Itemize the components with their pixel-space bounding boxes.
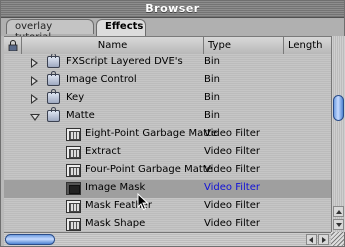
list-item[interactable]: Eight-Point Garbage Matte Video Filter [4, 126, 331, 144]
video-filter-icon [66, 182, 81, 195]
resize-grip-icon[interactable] [331, 232, 344, 246]
tab-effects[interactable]: Effects [96, 19, 146, 36]
vertical-scrollbar[interactable] [331, 36, 345, 232]
horizontal-scroll-thumb[interactable] [5, 234, 55, 245]
lock-column-header[interactable] [4, 37, 22, 54]
item-name: Matte [66, 110, 95, 121]
item-type: Video Filter [204, 182, 260, 193]
item-type: Bin [204, 110, 220, 121]
item-name: Eight-Point Garbage Matte [85, 128, 218, 139]
tab-strip: overlay tutorial Effects [1, 18, 344, 43]
title-bar[interactable]: Browser [1, 1, 344, 18]
video-filter-icon [66, 128, 81, 141]
item-name: Image Mask [85, 182, 146, 193]
item-type: Bin [204, 56, 220, 67]
list-item[interactable]: Extract Video Filter [4, 144, 331, 162]
mouse-pointer-icon [137, 193, 149, 211]
vertical-scroll-thumb[interactable] [333, 95, 344, 121]
video-filter-icon [66, 164, 81, 177]
list-item-selected[interactable]: Image Mask Video Filter [4, 180, 331, 198]
disclosure-triangle-icon[interactable] [31, 76, 38, 86]
list-item[interactable]: Image Control Bin [4, 71, 331, 90]
tab-overlay-tutorial[interactable]: overlay tutorial [6, 19, 94, 43]
video-filter-icon [66, 218, 81, 231]
bin-icon [47, 107, 60, 122]
item-type: Video Filter [204, 200, 260, 211]
horizontal-scrollbar[interactable] [4, 232, 331, 246]
item-type: Video Filter [204, 218, 260, 229]
length-column-header[interactable]: Length [284, 37, 331, 54]
bin-icon [47, 71, 60, 86]
item-name: Key [66, 92, 85, 103]
list-item[interactable]: Mask Feather Video Filter [4, 198, 331, 216]
scroll-up-arrow-icon[interactable] [333, 206, 344, 217]
list-item[interactable]: Matte Bin [4, 107, 331, 126]
disclosure-triangle-icon[interactable] [31, 58, 38, 68]
bin-icon [47, 89, 60, 104]
list-item[interactable]: FXScript Layered DVE's Bin [4, 54, 331, 72]
list-item[interactable]: Key Bin [4, 89, 331, 108]
lock-icon [8, 40, 17, 52]
column-header: Name Type Length [4, 36, 331, 55]
bin-icon [47, 54, 60, 68]
item-name: Image Control [66, 74, 137, 85]
type-column-header[interactable]: Type [204, 37, 284, 54]
item-name: FXScript Layered DVE's [66, 56, 183, 67]
list-item[interactable]: Mask Shape Video Filter [4, 216, 331, 232]
item-type: Bin [204, 92, 220, 103]
item-type: Video Filter [204, 146, 260, 157]
item-name: Four-Point Garbage Matte [85, 164, 213, 175]
video-filter-icon [66, 200, 81, 213]
effects-list: FXScript Layered DVE's Bin Image Control… [4, 54, 331, 232]
item-type: Video Filter [204, 164, 260, 175]
browser-window: Browser overlay tutorial Effects Name Ty… [0, 0, 345, 247]
item-type: Bin [204, 74, 220, 85]
scroll-left-arrow-icon[interactable] [306, 234, 317, 245]
scroll-right-arrow-icon[interactable] [318, 234, 329, 245]
item-name: Mask Shape [85, 218, 146, 229]
item-type: Video Filter [204, 128, 260, 139]
disclosure-triangle-icon[interactable] [31, 94, 38, 104]
name-column-header[interactable]: Name [22, 37, 204, 54]
item-name: Extract [85, 146, 121, 157]
disclosure-triangle-open-icon[interactable] [30, 114, 40, 121]
scroll-down-arrow-icon[interactable] [333, 219, 344, 230]
list-item[interactable]: Four-Point Garbage Matte Video Filter [4, 162, 331, 180]
window-title: Browser [145, 2, 200, 15]
video-filter-icon [66, 146, 81, 159]
